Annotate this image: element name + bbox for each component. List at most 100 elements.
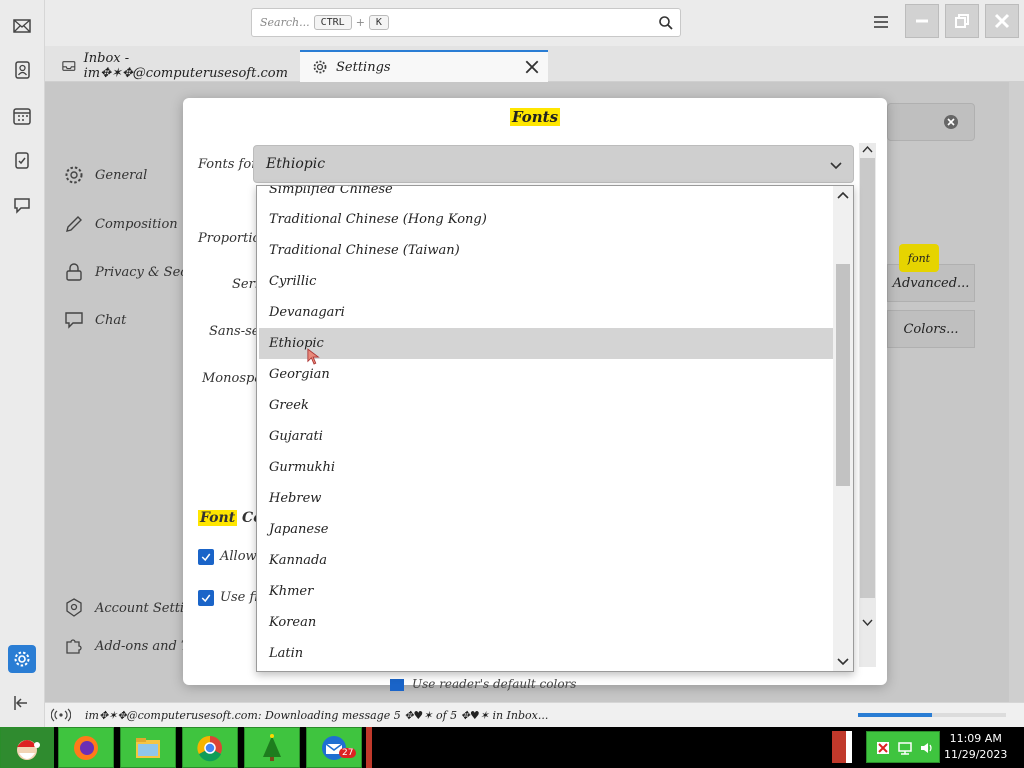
online-status-icon[interactable] — [51, 708, 71, 722]
search-box[interactable]: Search... CTRL + K — [251, 8, 681, 37]
option-cyrillic[interactable]: Cyrillic — [259, 266, 833, 297]
search-icon[interactable] — [658, 15, 674, 31]
option-georgian[interactable]: Georgian — [259, 359, 833, 390]
santa-start-icon — [17, 739, 40, 760]
address-book-icon[interactable] — [8, 56, 36, 84]
close-window-button[interactable] — [985, 4, 1019, 38]
dialog-scroll-thumb[interactable] — [860, 158, 875, 598]
taskbar-file-explorer[interactable] — [120, 727, 176, 768]
tab-bar: Inbox - im✥✶✥@computerusesoft.com Settin… — [45, 46, 1024, 82]
nav-composition[interactable]: Composition — [63, 213, 178, 235]
puzzle-icon — [66, 639, 82, 654]
scroll-down-icon[interactable] — [859, 615, 876, 629]
collapse-toolbar-icon[interactable] — [8, 689, 36, 717]
taskbar-tree-app[interactable] — [244, 727, 300, 768]
tray-volume-icon[interactable] — [919, 740, 935, 756]
taskbar-chrome[interactable] — [182, 727, 238, 768]
fonts-for-select[interactable]: Ethiopic — [253, 145, 854, 183]
dropdown-scroll-up-icon[interactable] — [833, 189, 853, 203]
pencil-icon — [66, 216, 82, 232]
inbox-icon — [62, 61, 76, 71]
show-desktop-flag[interactable] — [832, 731, 852, 763]
colors-button[interactable]: Colors... — [887, 310, 975, 348]
scroll-up-icon[interactable] — [859, 143, 876, 157]
taskbar-thunderbird[interactable]: 27 — [306, 727, 362, 768]
option-traditional-chinese-hk[interactable]: Traditional Chinese (Hong Kong) — [259, 204, 833, 235]
chevron-down-icon — [829, 158, 843, 172]
dropdown-scrollbar[interactable] — [833, 186, 853, 671]
tab-inbox[interactable]: Inbox - im✥✶✥@computerusesoft.com — [50, 50, 300, 82]
option-korean[interactable]: Korean — [259, 607, 833, 638]
shortcut-k: K — [368, 15, 389, 30]
taskbar: 27 11:09 AM 11/29/2023 — [0, 727, 1024, 768]
restore-button[interactable] — [945, 4, 979, 38]
calendar-icon[interactable] — [8, 102, 36, 130]
gear-icon — [65, 166, 83, 184]
chrome-icon — [197, 735, 222, 761]
use-fixed-checkbox[interactable] — [198, 590, 214, 606]
option-ethiopic[interactable]: Ethiopic — [259, 328, 833, 359]
font-badge-label: font — [907, 251, 931, 265]
nav-privacy-label: Privacy & Secu — [95, 264, 196, 280]
option-kannada[interactable]: Kannada — [259, 545, 833, 576]
tab-settings[interactable]: Settings — [300, 50, 548, 82]
allow-fonts-label: Allow — [220, 549, 257, 564]
option-khmer[interactable]: Khmer — [259, 576, 833, 607]
colors-button-label: Colors... — [903, 321, 959, 337]
shortcut-plus: + — [355, 16, 365, 29]
tray-security-icon[interactable] — [875, 740, 891, 756]
settings-scrollbar[interactable] — [1009, 82, 1024, 702]
dialog-scrollbar[interactable] — [859, 143, 876, 667]
option-latin[interactable]: Latin — [259, 638, 833, 669]
christmas-tree-icon — [263, 733, 281, 761]
mail-icon[interactable] — [8, 12, 36, 40]
status-bar: im✥✶✥@computerusesoft.com: Downloading m… — [45, 702, 1024, 727]
chat-icon[interactable] — [8, 191, 36, 219]
dropdown-scroll-down-icon[interactable] — [833, 654, 853, 668]
clear-search-field[interactable] — [887, 103, 975, 141]
start-button[interactable] — [0, 727, 54, 768]
status-message: im✥✶✥@computerusesoft.com: Downloading m… — [85, 708, 549, 722]
option-hebrew[interactable]: Hebrew — [259, 483, 833, 514]
tasks-icon[interactable] — [8, 146, 36, 174]
account-icon — [66, 598, 82, 617]
clear-icon[interactable] — [943, 114, 959, 130]
reader-colors-checkbox[interactable] — [390, 679, 404, 691]
firefox-icon — [74, 735, 98, 760]
mouse-cursor-icon — [307, 348, 320, 365]
lock-icon — [66, 263, 82, 281]
serif-label: Seri — [232, 277, 259, 292]
app-menu-icon[interactable] — [872, 14, 890, 30]
close-tab-icon[interactable] — [524, 59, 539, 74]
nav-general[interactable]: General — [63, 164, 147, 186]
option-devanagari[interactable]: Devanagari — [259, 297, 833, 328]
nav-privacy[interactable]: Privacy & Secu — [63, 261, 196, 283]
folder-icon — [136, 737, 160, 758]
tab-settings-label: Settings — [336, 59, 391, 75]
advanced-button-label: Advanced... — [892, 275, 970, 291]
font-badge: font — [899, 244, 939, 272]
option-traditional-chinese-tw[interactable]: Traditional Chinese (Taiwan) — [259, 235, 833, 266]
clock-time: 11:09 AM — [949, 732, 1002, 745]
use-fixed-label: Use fi — [220, 590, 259, 605]
allow-fonts-checkbox[interactable] — [198, 549, 214, 565]
download-progress-bar — [858, 713, 1006, 717]
taskbar-separator — [366, 727, 372, 768]
option-japanese[interactable]: Japanese — [259, 514, 833, 545]
script-dropdown-list: Simplified Chinese Traditional Chinese (… — [256, 185, 854, 672]
minimize-button[interactable] — [905, 4, 939, 38]
taskbar-firefox[interactable] — [58, 727, 114, 768]
option-gurmukhi[interactable]: Gurmukhi — [259, 452, 833, 483]
dropdown-scroll-thumb[interactable] — [836, 264, 850, 486]
dialog-title-wrap: Fonts — [183, 108, 887, 126]
nav-composition-label: Composition — [95, 216, 178, 232]
option-gujarati[interactable]: Gujarati — [259, 421, 833, 452]
shortcut-ctrl: CTRL — [313, 15, 352, 30]
option-greek[interactable]: Greek — [259, 390, 833, 421]
nav-chat[interactable]: Chat — [63, 309, 126, 331]
option-simplified-chinese[interactable]: Simplified Chinese — [259, 186, 833, 205]
tray-network-icon[interactable] — [897, 740, 913, 756]
taskbar-clock[interactable]: 11:09 AM 11/29/2023 — [944, 731, 1007, 763]
settings-gear-icon[interactable] — [8, 645, 36, 673]
chat-bubble-icon — [65, 312, 83, 329]
